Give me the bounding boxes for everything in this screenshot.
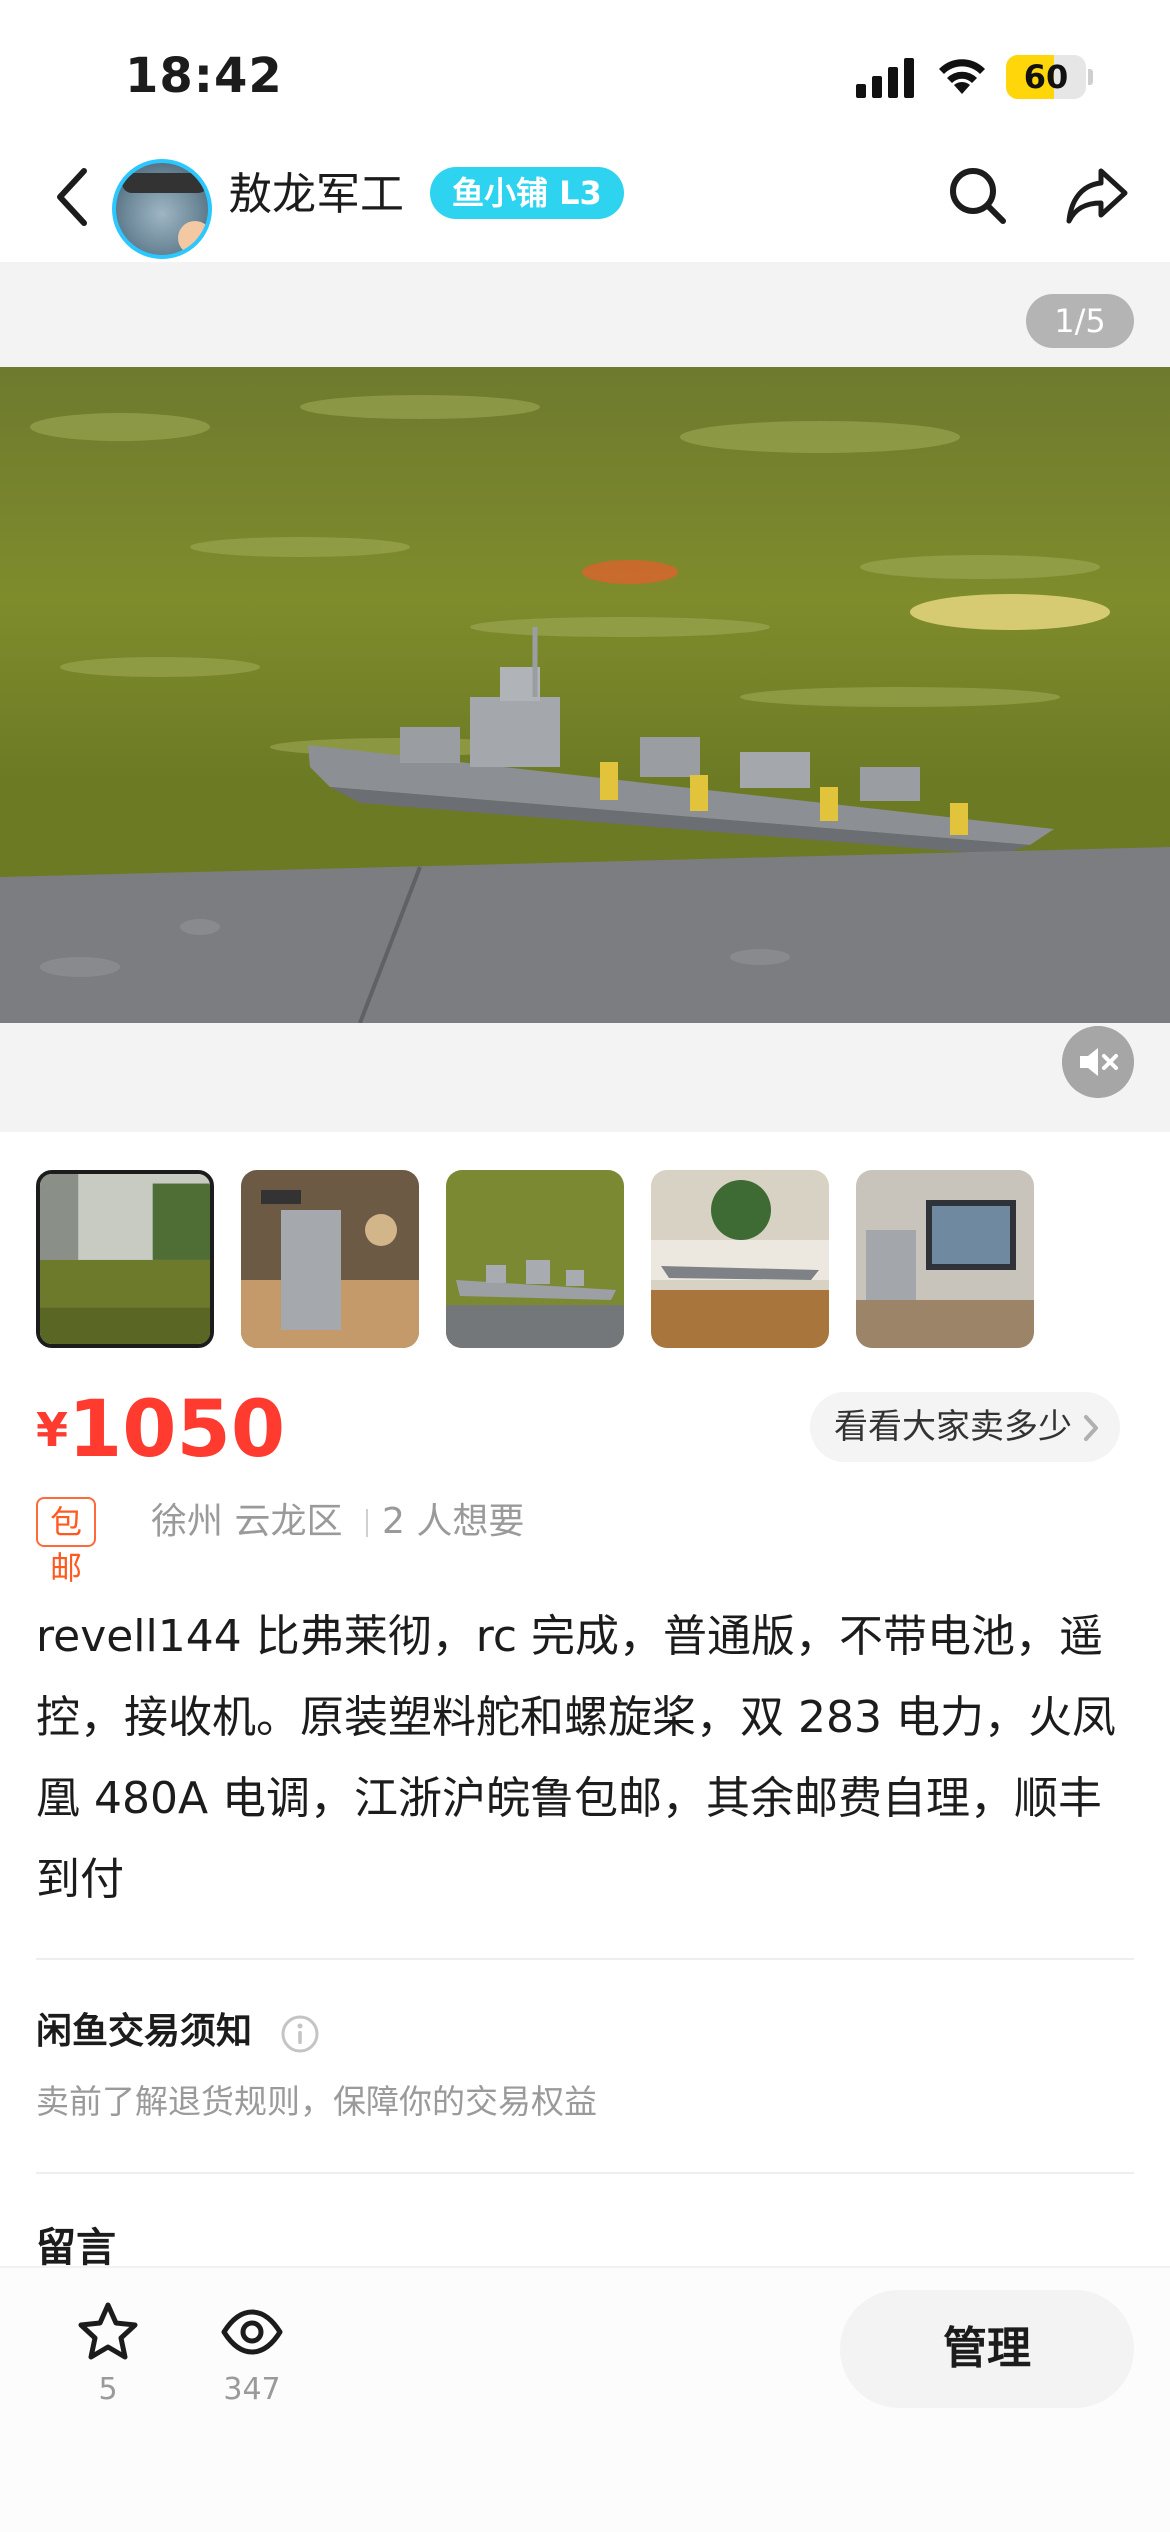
eye-icon[interactable] (220, 2300, 284, 2364)
item-detail-page: 18:42 60 敖龙军工 鱼小铺 L3 1/5 ¥1050 看看大家卖多少 包… (0, 0, 1170, 2532)
back-arrow-icon[interactable] (50, 165, 94, 229)
thumbnail-3[interactable] (446, 1170, 624, 1348)
favorites-count: 5 (98, 2372, 118, 2407)
manage-button[interactable]: 管理 (840, 2290, 1134, 2408)
share-icon[interactable] (1065, 163, 1129, 227)
wants-count: 2 人想要 (382, 1501, 525, 1542)
free-shipping-tag: 包邮 (36, 1497, 97, 1587)
item-description: revell144 比弗莱彻，rc 完成，普通版，不带电池，遥控，接收机。原装塑… (36, 1611, 1116, 1905)
thumbnail-4[interactable] (651, 1170, 829, 1348)
shop-avatar[interactable] (112, 159, 212, 259)
product-video-frame[interactable] (0, 367, 1170, 1023)
search-icon[interactable] (945, 163, 1009, 227)
speaker-muted-icon[interactable] (1062, 1026, 1134, 1098)
compare-prices-label: 看看大家卖多少 (834, 1407, 1072, 1447)
image-counter: 1/5 (1026, 294, 1134, 348)
shop-level-badge[interactable]: 鱼小铺 L3 (430, 167, 624, 219)
shop-name[interactable]: 敖龙军工 (228, 165, 404, 225)
wifi-icon (939, 59, 985, 94)
compare-prices-button[interactable]: 看看大家卖多少 (810, 1392, 1120, 1462)
trade-notice-title[interactable]: 闲鱼交易须知 (36, 2006, 252, 2058)
thumbnail-1[interactable] (36, 1170, 214, 1348)
trade-notice-subtitle[interactable]: 卖前了解退货规则，保障你的交易权益 (36, 2076, 597, 2128)
currency-symbol: ¥ (36, 1403, 69, 1457)
nav-bar: 敖龙军工 鱼小铺 L3 (0, 135, 1170, 260)
status-bar: 18:42 60 (0, 0, 1170, 140)
meta-divider (366, 1509, 368, 1537)
media-viewer[interactable]: 1/5 (0, 262, 1170, 1132)
battery-icon: 60 (1006, 55, 1093, 99)
price-value: 1050 (68, 1385, 286, 1475)
info-icon[interactable] (280, 2014, 320, 2054)
thumbnail-2[interactable] (241, 1170, 419, 1348)
bottom-action-bar: 5 347 管理 (0, 2266, 1170, 2532)
cellular-signal-icon (856, 58, 914, 98)
section-divider (36, 2172, 1134, 2174)
star-icon[interactable] (76, 2300, 140, 2364)
thumbnail-5[interactable] (856, 1170, 1034, 1348)
thumbnail-strip (36, 1170, 1136, 1350)
section-divider (36, 1958, 1134, 1960)
location: 徐州 云龙区 (151, 1501, 343, 1542)
status-time: 18:42 (125, 48, 283, 104)
battery-level: 60 (1023, 58, 1069, 96)
price: ¥1050 (36, 1385, 285, 1475)
views-count: 347 (223, 2372, 281, 2407)
chevron-right-icon (1084, 1415, 1098, 1441)
